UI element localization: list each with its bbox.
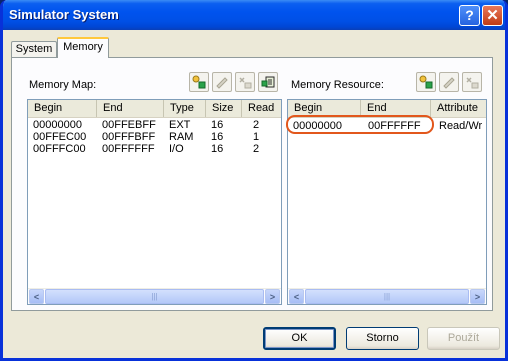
cell-size: 16 xyxy=(211,131,224,143)
add-icon xyxy=(419,75,433,89)
tab-system[interactable]: System xyxy=(11,41,57,57)
resource-edit-button[interactable] xyxy=(439,72,459,92)
cell-read: 2 xyxy=(253,119,260,131)
map-delete-button[interactable] xyxy=(235,72,255,92)
resource-add-button[interactable] xyxy=(416,72,436,92)
map-add-button[interactable] xyxy=(189,72,209,92)
resource-delete-button[interactable] xyxy=(462,72,482,92)
cell-read: 2 xyxy=(253,143,260,155)
delete-icon xyxy=(466,77,479,89)
memory-map-label: Memory Map: xyxy=(29,79,97,91)
cell-end: 00FFFBFF xyxy=(102,131,156,143)
chevron-left-icon: < xyxy=(33,292,40,302)
tab-memory[interactable]: Memory xyxy=(57,37,109,58)
close-icon: ✕ xyxy=(486,7,499,24)
scroll-thumb[interactable]: ||| xyxy=(305,289,469,304)
table-row[interactable]: 00000000 00FFEBFF EXT 16 2 xyxy=(28,119,281,131)
column-header-type[interactable]: Type xyxy=(164,100,206,117)
cell-begin: 00FFFC00 xyxy=(33,143,86,155)
close-button[interactable]: ✕ xyxy=(482,5,503,26)
cell-type: EXT xyxy=(169,119,191,131)
highlight-annotation xyxy=(286,115,434,134)
map-properties-button[interactable] xyxy=(258,72,278,92)
delete-icon xyxy=(239,77,252,89)
cell-type: I/O xyxy=(169,143,184,155)
cell-size: 16 xyxy=(211,119,224,131)
chevron-left-icon: < xyxy=(293,292,300,302)
scroll-right-button[interactable]: > xyxy=(265,289,280,304)
cell-type: RAM xyxy=(169,131,194,143)
column-header-read[interactable]: Read xyxy=(242,100,281,117)
chevron-right-icon: > xyxy=(474,292,481,302)
cell-begin: 00000000 xyxy=(33,119,82,131)
table-row[interactable]: 00FFFC00 00FFFFFF I/O 16 2 xyxy=(28,143,281,155)
simulator-system-dialog: Simulator System ? ✕ System Memory Memor… xyxy=(0,0,508,361)
column-header-begin[interactable]: Begin xyxy=(28,100,97,117)
cell-read: 1 xyxy=(253,131,260,143)
scroll-left-button[interactable]: < xyxy=(289,289,304,304)
scroll-thumb[interactable]: ||| xyxy=(45,289,264,304)
cell-end: 00FFEBFF xyxy=(102,119,156,131)
add-icon xyxy=(192,75,206,89)
column-header-end[interactable]: End xyxy=(97,100,164,117)
grip-icon: ||| xyxy=(151,292,158,301)
column-header-size[interactable]: Size xyxy=(206,100,242,117)
edit-icon xyxy=(216,77,228,89)
scroll-right-button[interactable]: > xyxy=(470,289,485,304)
memory-resource-hscrollbar[interactable]: < ||| > xyxy=(288,288,486,304)
column-header-attribute[interactable]: Attribute xyxy=(431,100,486,117)
cell-begin: 00FFEC00 xyxy=(33,131,87,143)
chevron-right-icon: > xyxy=(269,292,276,302)
memory-resource-label: Memory Resource: xyxy=(291,79,384,91)
memory-map-list[interactable]: Begin End Type Size Read 00000000 00FFEB… xyxy=(27,99,282,305)
apply-button[interactable]: Použít xyxy=(427,327,500,350)
window-title: Simulator System xyxy=(9,7,119,22)
grip-icon: ||| xyxy=(383,292,391,301)
help-button[interactable]: ? xyxy=(459,5,480,26)
table-row[interactable]: 00FFEC00 00FFFBFF RAM 16 1 xyxy=(28,131,281,143)
help-icon: ? xyxy=(465,7,474,23)
cell-attribute: Read/Wr xyxy=(439,120,483,132)
memory-map-header: Begin End Type Size Read xyxy=(28,100,281,118)
cell-size: 16 xyxy=(211,143,224,155)
memory-map-hscrollbar[interactable]: < ||| > xyxy=(28,288,281,304)
properties-icon xyxy=(261,76,275,88)
cell-end: 00FFFFFF xyxy=(102,143,155,155)
ok-button[interactable]: OK xyxy=(263,327,336,350)
map-edit-button[interactable] xyxy=(212,72,232,92)
edit-icon xyxy=(443,77,455,89)
title-bar[interactable]: Simulator System ? ✕ xyxy=(3,0,505,30)
scroll-left-button[interactable]: < xyxy=(29,289,44,304)
cancel-button[interactable]: Storno xyxy=(346,327,419,350)
